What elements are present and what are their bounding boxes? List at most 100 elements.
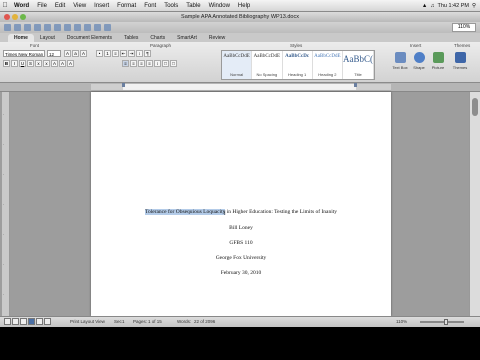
strikethrough-icon[interactable]: S [27, 60, 34, 67]
new-document-icon[interactable] [4, 24, 11, 31]
focus-view-icon[interactable] [44, 318, 51, 325]
highlight-icon[interactable]: A [59, 60, 66, 67]
justify-icon[interactable]: ≡ [146, 60, 153, 67]
apple-icon[interactable]:  [0, 2, 10, 9]
subscript-icon[interactable]: x [43, 60, 50, 67]
menu-help[interactable]: Help [234, 3, 254, 9]
decrease-indent-icon[interactable]: ⇤ [120, 50, 127, 57]
style-no-spacing[interactable]: AaBbCcDdE No Spacing [252, 51, 283, 79]
templates-icon[interactable] [14, 24, 21, 31]
font-size-select[interactable]: 12 [47, 50, 61, 57]
superscript-icon[interactable]: x [35, 60, 42, 67]
date-line[interactable]: February 30, 2010 [91, 270, 391, 276]
zoom-field[interactable]: 110% [452, 23, 476, 32]
print-layout-view-icon[interactable] [28, 318, 35, 325]
horizontal-ruler[interactable] [0, 83, 480, 92]
zoom-slider-knob[interactable] [444, 319, 448, 325]
tab-charts[interactable]: Charts [144, 34, 171, 42]
zoom-window-icon[interactable] [20, 14, 26, 20]
paper-title[interactable]: Tolerance for Obsequious Loquacity in Hi… [91, 209, 391, 215]
font-color-icon[interactable]: A [67, 60, 74, 67]
tab-smartart[interactable]: SmartArt [171, 34, 203, 42]
shading-icon[interactable]: □ [162, 60, 169, 67]
text-box-button[interactable]: Text Box [392, 52, 408, 76]
shrink-font-icon[interactable]: a [72, 50, 79, 57]
sidebar-icon[interactable] [84, 24, 91, 31]
vertical-ruler[interactable]: · · · · · · · [2, 92, 10, 316]
italic-icon[interactable]: I [11, 60, 18, 67]
vertical-scrollbar[interactable] [469, 92, 480, 316]
bold-icon[interactable]: B [3, 60, 10, 67]
minimize-window-icon[interactable] [12, 14, 18, 20]
grow-font-icon[interactable]: A [64, 50, 71, 57]
bullets-icon[interactable]: • [96, 50, 103, 57]
borders-icon[interactable]: □ [170, 60, 177, 67]
author-line[interactable]: Bill Loney [91, 225, 391, 231]
toolbox-icon[interactable] [94, 24, 101, 31]
clock[interactable]: Thu 1:42 PM [437, 3, 469, 9]
menu-insert[interactable]: Insert [90, 3, 113, 9]
tab-layout[interactable]: Layout [34, 34, 61, 42]
close-window-icon[interactable] [4, 14, 10, 20]
font-name-select[interactable]: Times New Roman [3, 50, 45, 57]
scrollbar-thumb[interactable] [472, 98, 478, 116]
format-painter-icon[interactable] [74, 24, 81, 31]
menu-tools[interactable]: Tools [160, 3, 182, 9]
redo-icon[interactable] [64, 24, 71, 31]
picture-button[interactable]: Picture [430, 52, 446, 76]
align-left-icon[interactable]: ≡ [122, 60, 129, 67]
multilevel-list-icon[interactable]: ≡ [112, 50, 119, 57]
increase-indent-icon[interactable]: ⇥ [128, 50, 135, 57]
text-effects-icon[interactable]: A [51, 60, 58, 67]
volume-icon[interactable]: ♫ [430, 3, 434, 9]
clear-format-icon[interactable]: A [80, 50, 87, 57]
line-spacing-icon[interactable]: ↕ [154, 60, 161, 67]
tab-review[interactable]: Review [203, 34, 231, 42]
publishing-view-icon[interactable] [20, 318, 27, 325]
zoom-slider[interactable] [420, 319, 464, 325]
numbering-icon[interactable]: 1 [104, 50, 111, 57]
style-normal[interactable]: AaBbCcDdE Normal [222, 51, 253, 79]
menu-edit[interactable]: Edit [51, 3, 69, 9]
align-right-icon[interactable]: ≡ [138, 60, 145, 67]
print-icon[interactable] [44, 24, 51, 31]
font-size-buttons: A a A [64, 50, 87, 57]
document-page[interactable]: Tolerance for Obsequious Loquacity in Hi… [91, 92, 391, 316]
underline-icon[interactable]: U [19, 60, 26, 67]
tab-document-elements[interactable]: Document Elements [61, 34, 118, 42]
tab-tables[interactable]: Tables [118, 34, 144, 42]
institution-line[interactable]: George Fox University [91, 255, 391, 261]
style-title[interactable]: AaBbC( Title [343, 51, 374, 79]
align-center-icon[interactable]: ≡ [130, 60, 137, 67]
notebook-view-icon[interactable] [36, 318, 43, 325]
undo-icon[interactable] [54, 24, 61, 31]
shape-button[interactable]: Shape [411, 52, 427, 76]
ruler-left-margin [91, 84, 123, 90]
menu-table[interactable]: Table [182, 3, 204, 9]
style-name: No Spacing [256, 72, 278, 77]
draft-view-icon[interactable] [4, 318, 11, 325]
menu-file[interactable]: File [33, 3, 51, 9]
style-heading-1[interactable]: AaBbCcDc Heading 1 [283, 51, 313, 79]
themes-button[interactable]: Themes [452, 52, 468, 76]
menu-view[interactable]: View [69, 3, 90, 9]
sort-icon[interactable]: ↕ [136, 50, 143, 57]
outline-view-icon[interactable] [12, 318, 19, 325]
style-heading-2[interactable]: AaBbCcDdE Heading 2 [313, 51, 343, 79]
selected-text[interactable]: Tolerance for Obsequious Loquacity [144, 209, 226, 215]
open-icon[interactable] [24, 24, 31, 31]
menu-format[interactable]: Format [113, 3, 140, 9]
menu-font[interactable]: Font [140, 3, 160, 9]
tab-home[interactable]: Home [8, 34, 34, 42]
menu-word[interactable]: Word [10, 3, 33, 9]
spotlight-icon[interactable]: ⚲ [472, 3, 476, 9]
insert-group-label: Insert [410, 43, 422, 48]
menu-window[interactable]: Window [205, 3, 234, 9]
help-icon[interactable] [104, 24, 111, 31]
show-formatting-icon[interactable]: ¶ [144, 50, 151, 57]
right-indent-marker[interactable] [354, 83, 357, 87]
wifi-icon[interactable]: ▲ [422, 3, 427, 9]
save-icon[interactable] [34, 24, 41, 31]
course-line[interactable]: GFBS 110 [91, 240, 391, 246]
left-indent-marker[interactable] [122, 83, 125, 87]
